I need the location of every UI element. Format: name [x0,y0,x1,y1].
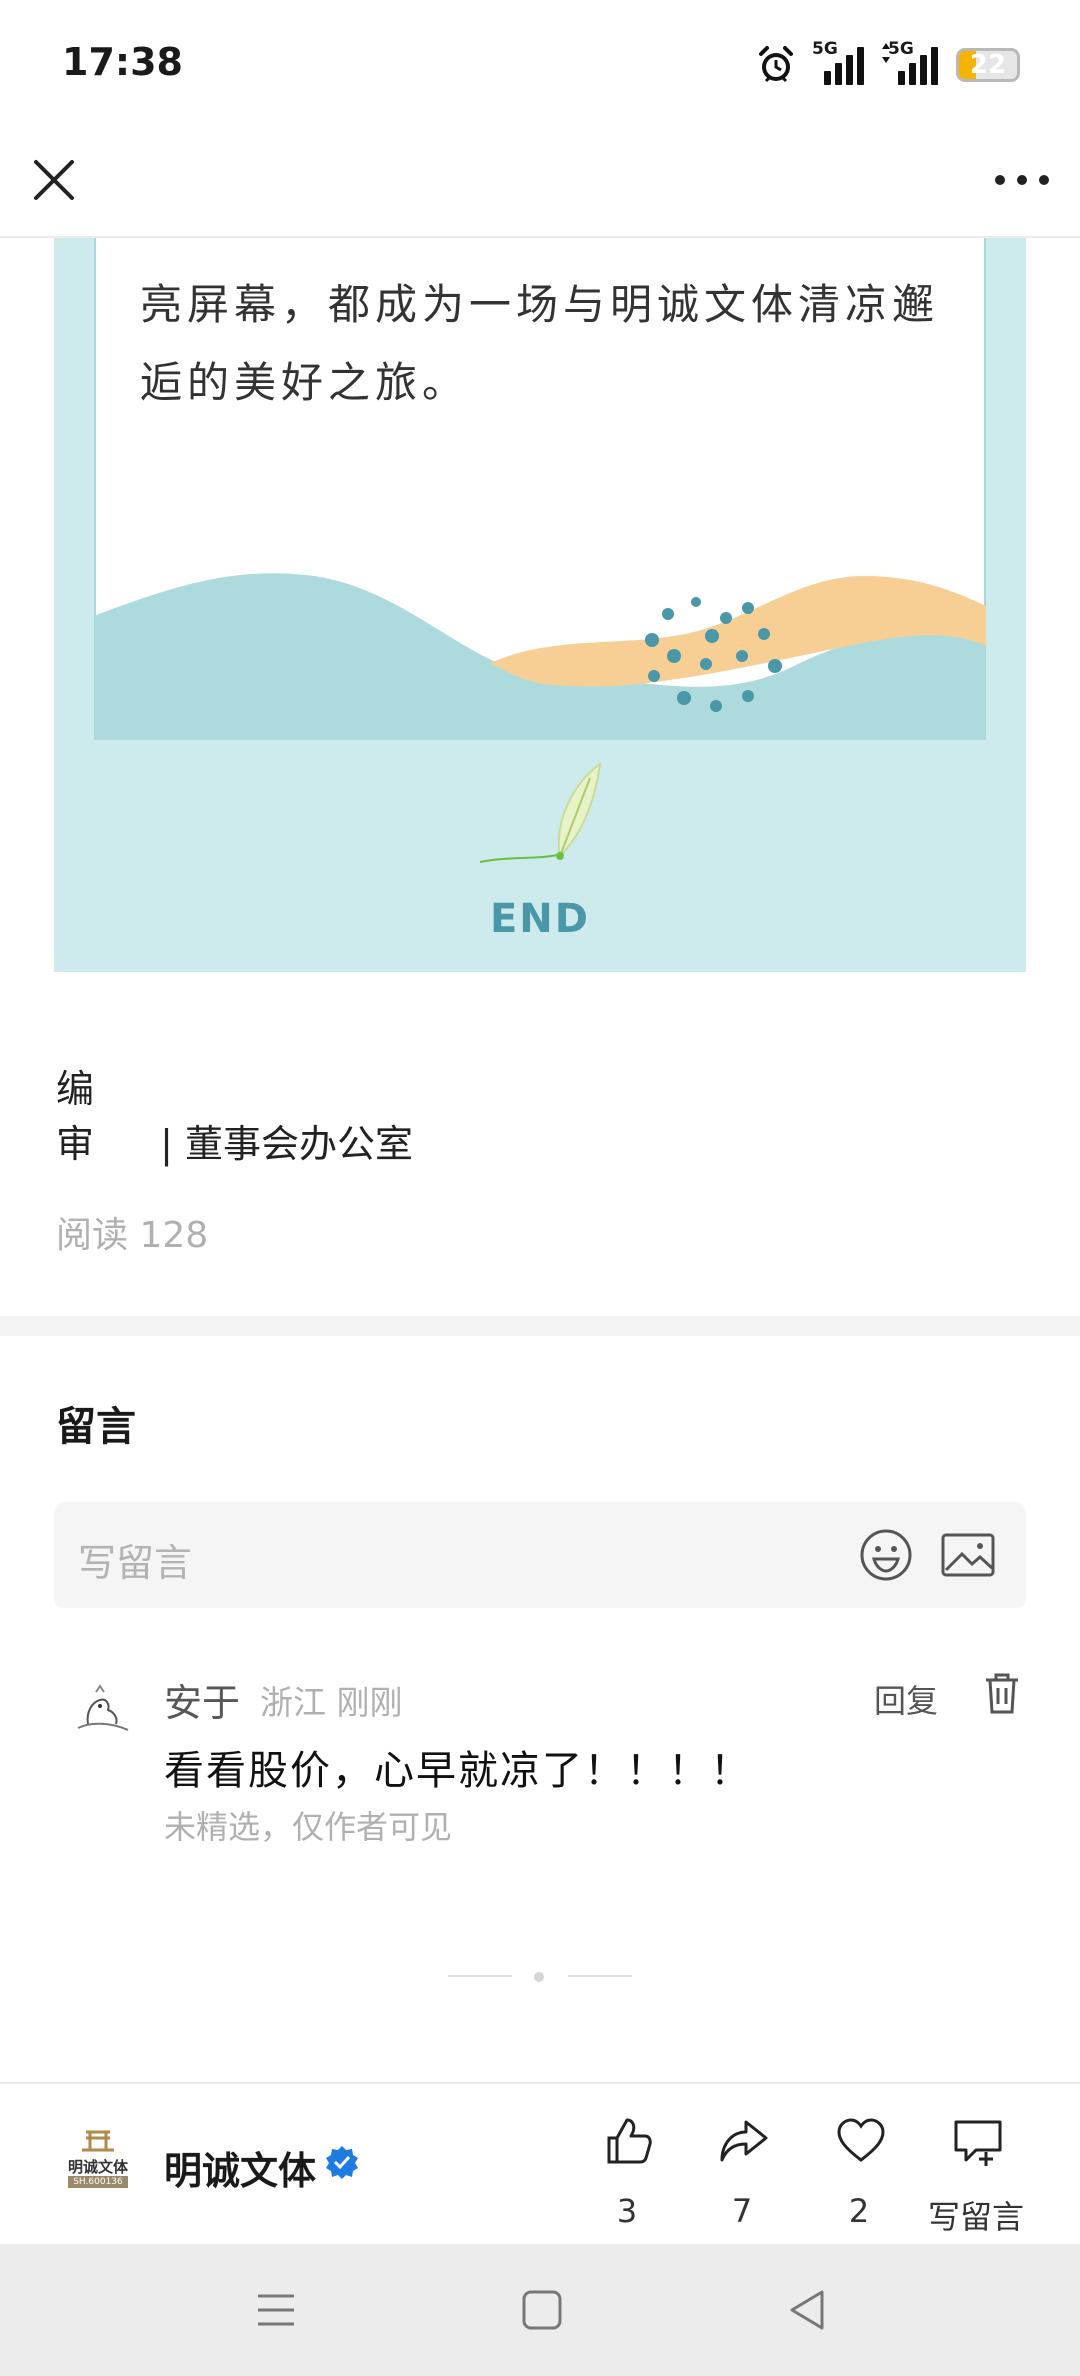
battery-level: 22 [969,50,1007,80]
avatar[interactable] [70,1678,136,1744]
signal-1-label: 5G [812,39,838,59]
comment-add-icon [954,2120,1002,2166]
alarm-icon [759,46,793,83]
read-count: 阅读 128 [56,1215,209,1256]
feather-icon [479,761,602,863]
logo-text: 明诚文体 [67,2158,128,2176]
logo-code: SH.600136 [68,2176,128,2188]
section-divider [0,1316,1080,1336]
article-text-line-1: 亮屏幕，都成为一场与明诚文体清凉邂 [140,280,940,329]
image-icon[interactable] [940,1530,996,1580]
account-name[interactable]: 明诚文体 [164,2140,316,2195]
article-end-card: 亮屏幕，都成为一场与明诚文体清凉邂 逅的美好之旅。 END [54,236,1026,972]
article-text-line-2: 逅的美好之旅。 [140,358,470,407]
like-button[interactable]: 3 [567,2114,687,2234]
comment-author: 安于 [164,1681,241,1725]
more-icon[interactable] [990,152,1054,208]
write-comment-label: 写留言 [927,2198,1024,2236]
signal-icon-2: 5G [882,39,938,85]
list-end-marker [448,1972,632,1982]
menu-icon[interactable] [254,2288,298,2332]
share-button[interactable]: 7 [682,2114,802,2234]
bottom-bar: 明诚文体 SH.600136 明诚文体 3 7 2 写留言 [0,2082,1080,2246]
write-comment-button[interactable]: 写留言 [916,2114,1036,2236]
share-count: 7 [731,2192,753,2230]
end-section: END [54,756,1026,956]
end-label: END [489,896,590,942]
editor-label: 编 审 [56,1067,133,1166]
article-text: 亮屏幕，都成为一场与明诚文体清凉邂 逅的美好之旅。 [140,266,960,422]
heart-icon [837,2118,885,2162]
back-icon[interactable] [786,2288,830,2332]
share-arrow-icon [720,2120,768,2162]
battery-icon: 22 [956,48,1020,82]
comment-meta: 浙江 刚刚 [260,1683,403,1722]
comment-item: 安于 浙江 刚刚 回复 看看股价，心早就凉了！！！！ 未精选，仅作者可见 [60,1668,1026,1848]
reply-button[interactable]: 回复 [874,1676,938,1722]
comment-visibility-note: 未精选，仅作者可见 [164,1808,453,1846]
account-logo[interactable]: 明诚文体 SH.600136 [62,2128,134,2192]
signal-2-label: 5G [888,39,914,59]
verified-badge-icon [326,2146,358,2179]
home-icon[interactable] [520,2288,564,2332]
editor-credit: 编 审 | 董事会办公室 [56,1058,413,1168]
signal-icon-1: 5G [812,39,864,85]
editor-value: | 董事会办公室 [160,1122,413,1166]
comment-input-placeholder: 写留言 [78,1541,193,1585]
favorite-count: 2 [848,2192,870,2230]
status-time: 17:38 [62,40,183,84]
comment-input[interactable]: 写留言 [54,1502,1026,1608]
like-count: 3 [616,2192,638,2230]
thumbs-up-icon [607,2118,652,2164]
close-icon[interactable] [26,152,82,208]
nav-bar [0,130,1080,238]
system-nav-bar [0,2244,1080,2376]
trash-icon[interactable] [982,1672,1022,1716]
comments-title: 留言 [56,1404,136,1450]
wave-illustration [94,573,986,740]
status-icons: 5G 5G 22 [756,39,1020,90]
favorite-button[interactable]: 2 [799,2114,919,2234]
status-bar: 17:38 5G 5G 22 [0,0,1080,130]
comment-text: 看看股价，心早就凉了！！！！ [164,1748,752,1794]
emoji-icon[interactable] [858,1527,914,1583]
